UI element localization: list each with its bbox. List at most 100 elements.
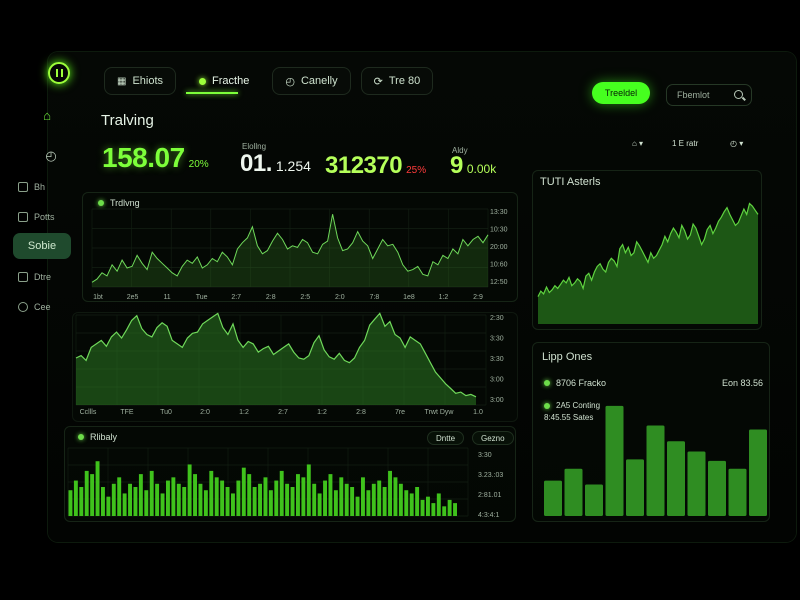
bar	[442, 506, 447, 516]
bar	[377, 480, 382, 516]
bar	[193, 474, 197, 516]
sidebar-item-label: Cee	[34, 302, 51, 312]
sidebar-item-5[interactable]: Cee	[18, 298, 51, 316]
x-tick-label: 2:7	[231, 294, 241, 301]
tab-4[interactable]: ⟳ Tre 80	[360, 67, 434, 95]
kpi-value: 9	[450, 152, 463, 179]
range-selector[interactable]: 1 E ratr	[664, 136, 706, 150]
sidebar-item-active[interactable]: Sobie	[13, 233, 71, 259]
bar	[564, 468, 583, 516]
bar	[122, 493, 127, 516]
bar	[106, 496, 111, 516]
bar	[420, 499, 425, 516]
bar	[209, 470, 214, 516]
view-toggle[interactable]: ⌂ ▾	[624, 136, 651, 150]
bar	[144, 490, 149, 516]
bar	[404, 490, 409, 516]
x-tick-label: 2:7	[278, 409, 288, 416]
x-tick-label: 7:8	[369, 294, 379, 301]
bar	[68, 490, 73, 516]
area-chart: Ccllls TFE Tu0 2:0 1:2 2:7 1:2 2:8 7re Trwt Dyw 1.…	[75, 312, 504, 416]
x-tick-label: 1:2	[317, 409, 327, 416]
bar	[382, 487, 387, 516]
tab-1[interactable]: ▦ Ehiots	[104, 67, 177, 95]
kpi-value: 312370	[325, 152, 403, 179]
clock-icon[interactable]: ◴	[42, 148, 60, 164]
bar	[198, 483, 203, 516]
kpi-value: 158.07	[102, 142, 185, 173]
bar	[323, 480, 327, 516]
bar	[431, 503, 436, 516]
x-tick-label: 2:0	[335, 294, 345, 301]
settings-dropdown[interactable]: ◴ ▾	[722, 136, 751, 150]
bar	[366, 490, 371, 516]
bar	[646, 425, 665, 516]
bar	[187, 464, 192, 516]
grid-icon: ▦	[117, 75, 127, 87]
x-tick-label: 1:2	[239, 409, 249, 416]
bar	[708, 460, 726, 516]
bar	[155, 483, 160, 516]
bar	[176, 483, 181, 516]
bar	[90, 474, 95, 516]
x-tick-label: 2:8	[266, 294, 276, 301]
bar	[166, 480, 170, 516]
kpi-2: Elollng 01. 1.254	[240, 142, 311, 178]
bar	[128, 483, 132, 516]
x-tick-label: 2:0	[200, 409, 210, 416]
tab-label: Fracthe	[212, 75, 250, 87]
x-tick-label: 2:5	[300, 294, 310, 301]
tab-2[interactable]: Fracthe	[186, 67, 262, 95]
kpi-4: Aldy 9 0.00k	[450, 146, 496, 180]
sidebar-item-4[interactable]: Dtre	[18, 268, 51, 286]
kpi-suffix: 20%	[188, 159, 209, 170]
bar	[133, 487, 138, 516]
bar	[371, 483, 376, 516]
lipp-legend-value: Eon 83.56	[722, 378, 764, 388]
sidebar-item-2[interactable]: Potts	[18, 208, 55, 226]
x-tick-label: Trwt Dyw	[425, 409, 455, 416]
bar	[544, 480, 562, 516]
search-icon[interactable]	[734, 90, 743, 99]
sidebar-item-label: Bh	[34, 182, 46, 192]
home-icon[interactable]: ⌂	[38, 108, 56, 124]
bar	[231, 493, 235, 516]
bar	[252, 487, 257, 516]
bar	[585, 484, 603, 516]
kpi-1: 158.07 20%	[102, 142, 209, 174]
series-dot-icon	[78, 434, 84, 440]
bar	[605, 405, 624, 516]
bar	[84, 470, 89, 516]
assets-chart	[537, 202, 759, 324]
bar	[749, 429, 767, 516]
clock-icon	[18, 302, 28, 312]
page-icon	[18, 272, 28, 282]
x-tick-label: 1e8	[403, 294, 415, 301]
x-tick-label: 1.0	[473, 409, 483, 416]
bar	[426, 496, 430, 516]
bar	[667, 441, 685, 516]
x-tick-label: 1:2	[439, 294, 449, 301]
y-tick-label: 2:81.01	[478, 492, 501, 499]
bar	[268, 490, 273, 516]
y-tick-label: 20:00	[490, 244, 508, 251]
bar	[626, 459, 644, 516]
home-icon: ⌂ ▾	[632, 138, 644, 148]
y-tick-label: 3:00	[490, 377, 504, 384]
y-tick-label: 3:00	[490, 397, 504, 404]
filter-chip-2[interactable]: Gezno	[472, 431, 514, 445]
page-title: Tralving	[101, 112, 154, 129]
bar	[328, 474, 333, 516]
filter-chip-1[interactable]: Dntte	[427, 431, 465, 445]
sidebar-item-1[interactable]: Bh	[18, 178, 45, 196]
y-tick-label: 10:60	[490, 262, 508, 269]
bar	[398, 483, 403, 516]
refresh-icon: ⟳	[373, 75, 383, 88]
bar	[339, 477, 344, 516]
search-input[interactable]: Fbemlot	[666, 84, 752, 106]
bar	[160, 493, 165, 516]
lipp-chart	[544, 405, 767, 516]
bar	[296, 474, 300, 516]
tab-3[interactable]: ◴ Canelly	[272, 67, 351, 95]
primary-button[interactable]: Treeldel	[592, 82, 650, 104]
